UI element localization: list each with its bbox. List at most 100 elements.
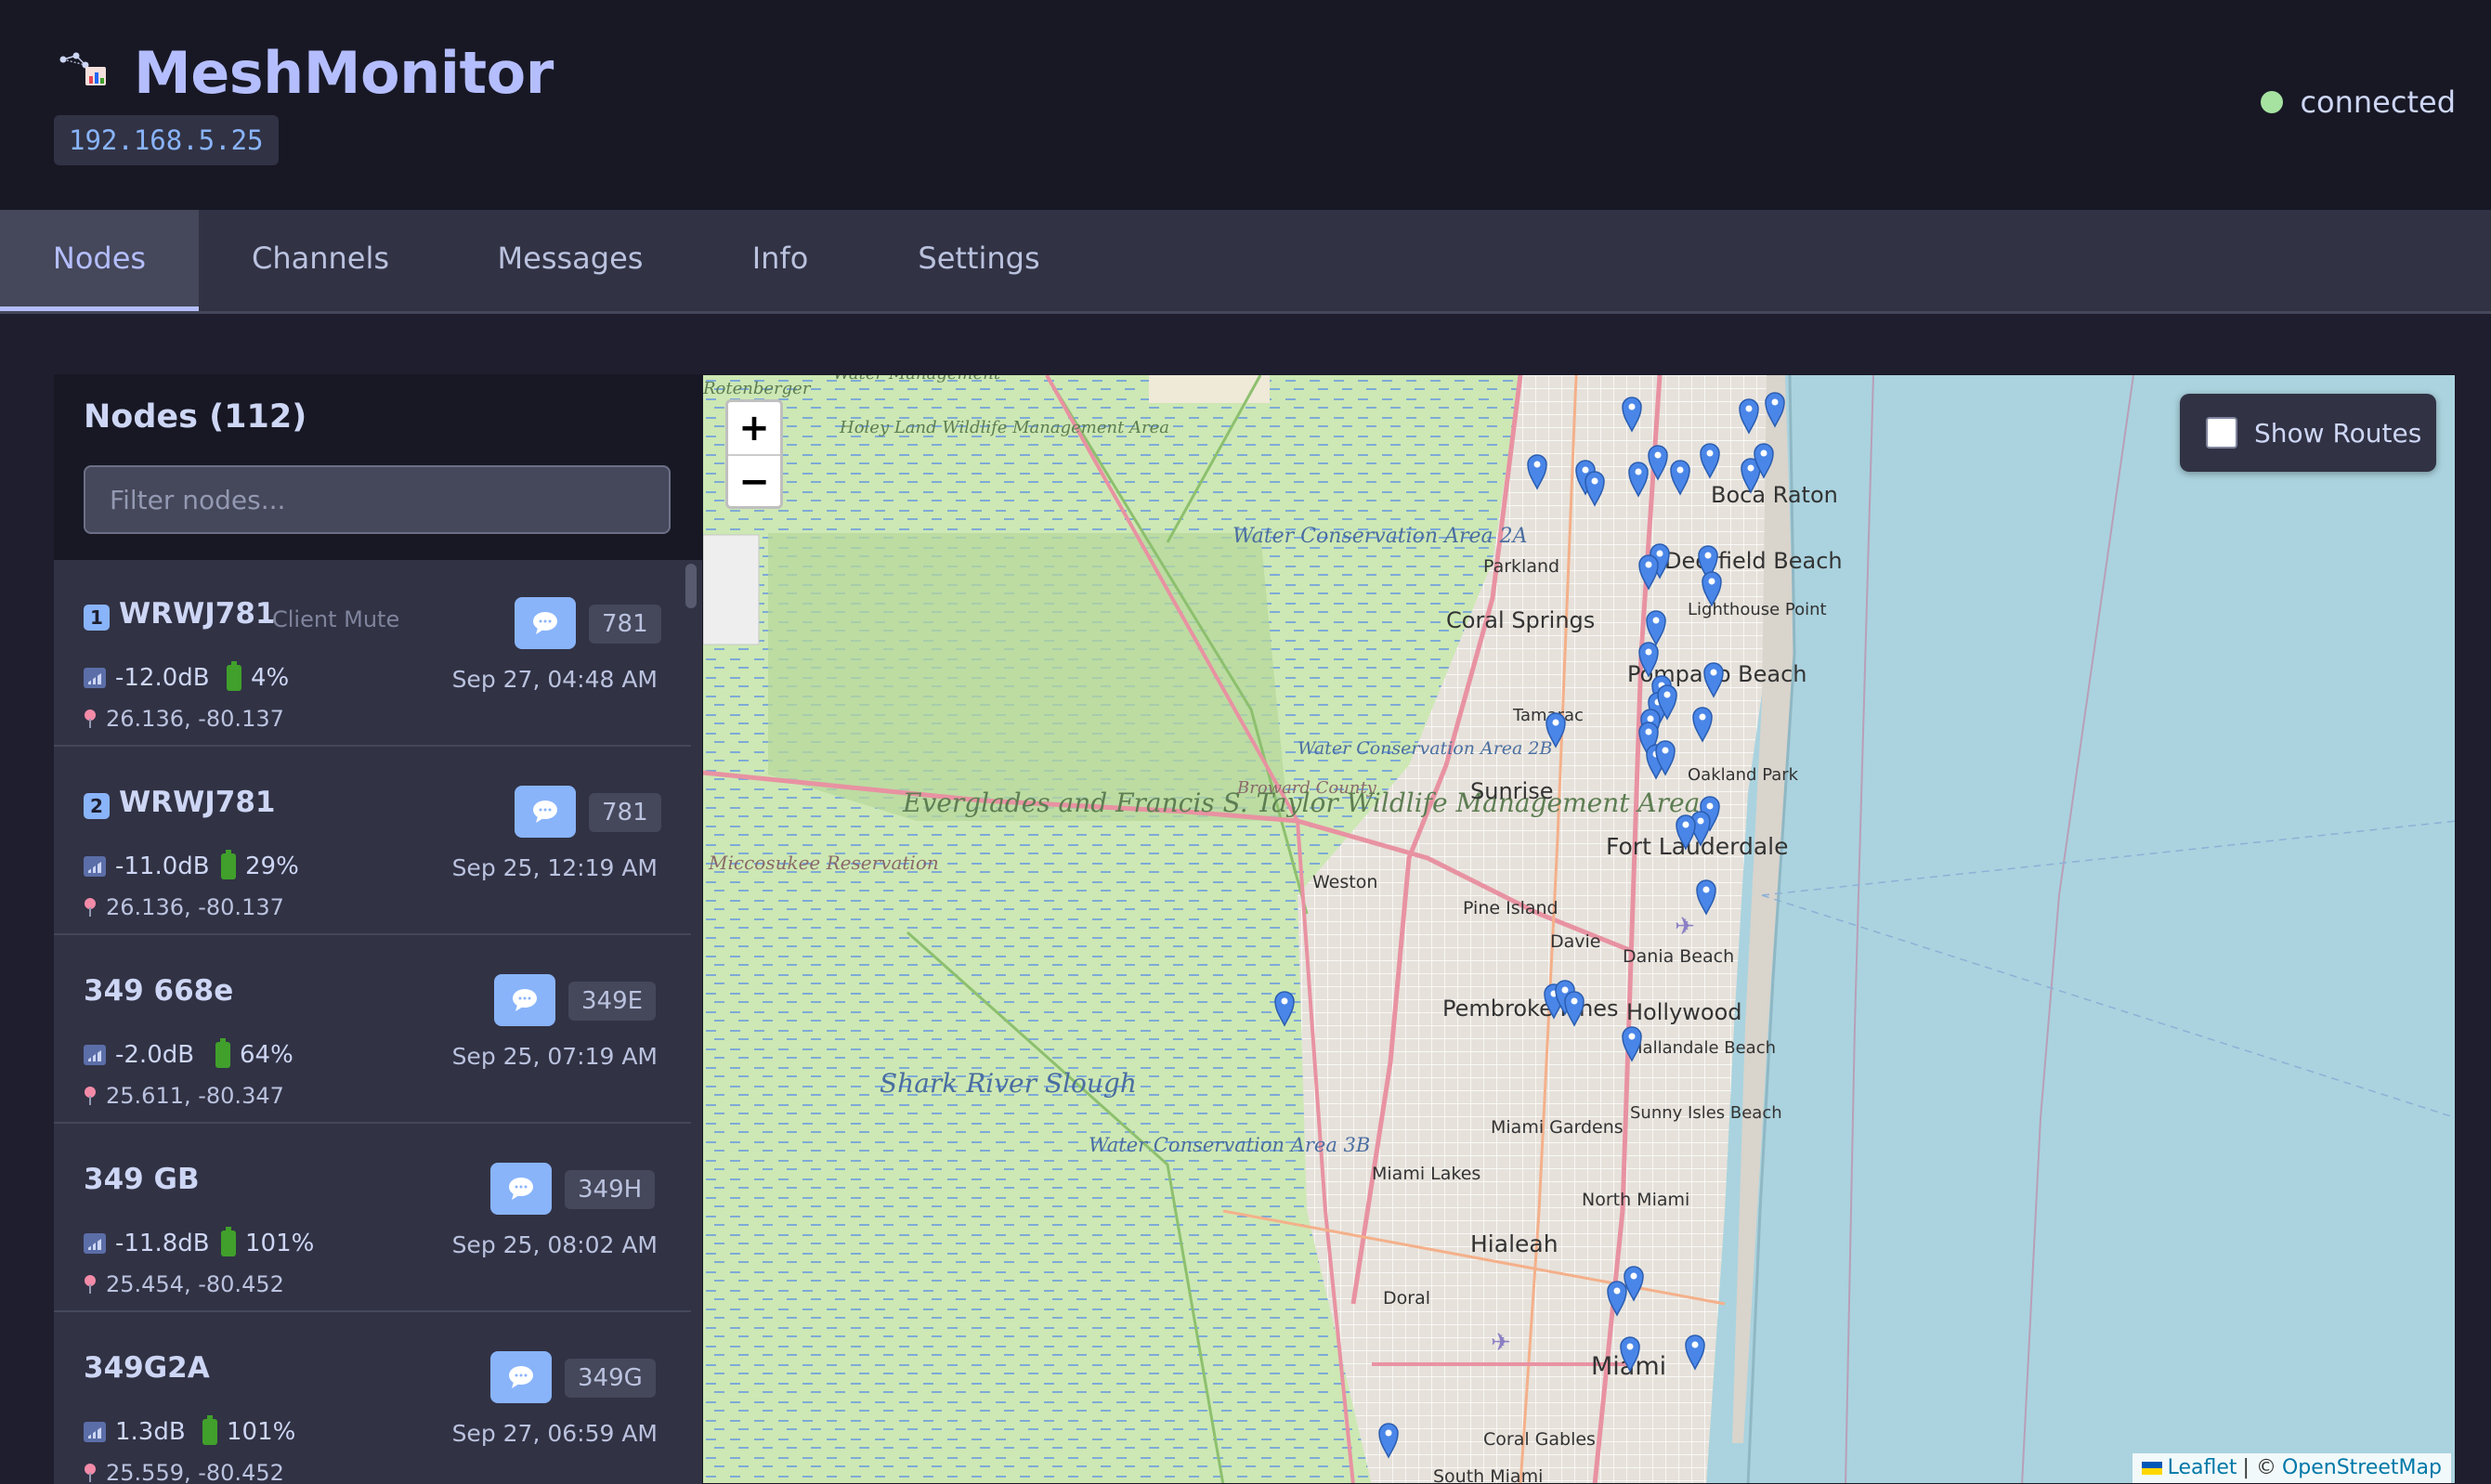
node-list-item[interactable]: 349 668e 349E -2.0dB 64% Sep 25, 07:19 A… <box>54 937 691 1124</box>
battery-metric: 101% <box>221 1227 315 1259</box>
battery-icon <box>215 1038 230 1068</box>
node-marker-dot <box>1626 1343 1634 1350</box>
send-message-button[interactable] <box>515 597 576 649</box>
map-label: Coral Gables <box>1483 1429 1596 1450</box>
show-routes-label: Show Routes <box>2254 417 2422 449</box>
snr-metric: -2.0dB <box>84 1039 194 1071</box>
map-label: Sunrise <box>1470 778 1553 804</box>
map-label: Water Management <box>833 375 1001 384</box>
node-marker-dot <box>1760 449 1767 457</box>
map-attribution: Leaflet | © OpenStreetMap <box>2132 1453 2451 1483</box>
filter-nodes-input[interactable] <box>84 465 671 534</box>
tab-info[interactable]: Info <box>698 210 862 311</box>
node-marker-dot <box>1591 477 1598 485</box>
last-heard: Sep 25, 08:02 AM <box>451 1231 658 1258</box>
signal-icon <box>84 1233 106 1254</box>
node-marker-dot <box>1704 552 1712 559</box>
node-name: WRWJ781 <box>119 597 276 631</box>
signal-icon <box>84 1422 106 1442</box>
tab-nodes[interactable]: Nodes <box>0 210 199 311</box>
snr-metric: 1.3dB <box>84 1416 186 1448</box>
short-name-badge: 349H <box>565 1170 656 1209</box>
sidebar-header: Nodes (112) <box>54 374 702 560</box>
snr-value: -2.0dB <box>115 1041 195 1069</box>
node-marker-dot <box>1561 986 1569 994</box>
map-label: Miami Gardens <box>1491 1117 1624 1138</box>
node-marker-dot <box>1656 550 1663 557</box>
send-message-button[interactable] <box>490 1163 552 1215</box>
map-label: Holey Land Wildlife Management Area <box>839 418 1169 437</box>
last-heard: Sep 25, 12:19 AM <box>451 854 658 881</box>
zoom-out-button[interactable]: − <box>728 454 780 506</box>
send-message-button[interactable] <box>515 786 576 838</box>
snr-value: -11.0dB <box>115 853 210 880</box>
coords-value: 26.136, -80.137 <box>106 706 284 732</box>
connection-status: connected <box>2261 82 2456 123</box>
node-marker-dot <box>1635 468 1642 475</box>
node-marker-dot <box>1281 997 1288 1005</box>
node-marker-dot <box>1663 691 1671 698</box>
tab-messages[interactable]: Messages <box>442 210 698 311</box>
node-role: Client Mute <box>272 606 400 632</box>
send-message-button[interactable] <box>494 974 555 1026</box>
main-content: Nodes (112) 1 WRWJ781 Client Mute 781 -1… <box>0 314 2491 1484</box>
node-marker-dot <box>1628 403 1636 410</box>
node-marker-dot <box>1771 398 1779 406</box>
node-marker-dot <box>1676 466 1684 474</box>
openstreetmap-link[interactable]: OpenStreetMap <box>2282 1453 2442 1483</box>
node-marker-dot <box>1699 713 1706 721</box>
node-name: WRWJ781 <box>119 786 276 819</box>
node-list-item[interactable]: 349 GB 349H -11.8dB 101% Sep 25, 08:02 A… <box>54 1126 691 1312</box>
node-list-scrollbar[interactable] <box>685 564 697 608</box>
node-list-item[interactable]: 1 WRWJ781 Client Mute 781 -12.0dB 4% Sep… <box>54 560 691 747</box>
node-map[interactable]: Water Management Rotenberger Holey Land … <box>702 374 2456 1484</box>
battery-value: 101% <box>245 1230 315 1257</box>
battery-value: 29% <box>245 853 299 880</box>
battery-icon <box>221 1227 236 1256</box>
node-marker-dot <box>1662 747 1669 754</box>
leaflet-link[interactable]: Leaflet <box>2168 1453 2237 1483</box>
map-label: North Miami <box>1582 1190 1689 1210</box>
node-marker-dot <box>1710 669 1717 676</box>
tab-settings[interactable]: Settings <box>862 210 1096 311</box>
node-name: 349G2A <box>84 1351 210 1385</box>
map-label: Hallandale Beach <box>1630 1038 1776 1058</box>
node-marker-dot <box>1571 997 1578 1005</box>
node-marker-dot <box>1645 561 1652 568</box>
node-marker-dot <box>1745 405 1753 412</box>
zoom-in-button[interactable]: + <box>728 402 780 454</box>
map-tiles: Water Management Rotenberger Holey Land … <box>703 375 2455 1484</box>
map-label: Dania Beach <box>1623 946 1734 967</box>
map-label: Miami Lakes <box>1372 1164 1480 1184</box>
send-message-button[interactable] <box>490 1351 552 1403</box>
node-list-item[interactable]: 349G2A 349G 1.3dB 101% Sep 27, 06:59 AM … <box>54 1314 691 1484</box>
map-label: Oakland Park <box>1688 765 1799 785</box>
chat-bubble-icon <box>509 1366 533 1388</box>
last-heard: Sep 25, 07:19 AM <box>451 1043 658 1070</box>
node-list-item[interactable]: 2 WRWJ781 781 -11.0dB 29% Sep 25, 12:19 … <box>54 749 691 935</box>
location-pin-icon <box>84 1087 97 1105</box>
show-routes-checkbox[interactable] <box>2206 417 2237 449</box>
show-routes-toggle[interactable]: Show Routes <box>2180 394 2436 472</box>
node-coordinates: 26.136, -80.137 <box>84 893 284 921</box>
zoom-control: + − <box>725 399 783 509</box>
node-marker-dot <box>1385 1429 1392 1437</box>
node-marker-dot <box>1647 715 1654 722</box>
node-marker-dot <box>1630 1272 1637 1280</box>
node-coordinates: 25.559, -80.452 <box>84 1459 284 1484</box>
node-coordinates: 25.454, -80.452 <box>84 1270 284 1298</box>
map-label: Sunny Isles Beach <box>1630 1103 1782 1123</box>
map-label: Everglades and Francis S. Taylor Wildlif… <box>902 788 1700 818</box>
map-label: Shark River Slough <box>880 1068 1137 1099</box>
node-marker-dot <box>1654 451 1662 459</box>
map-label: Hollywood <box>1626 999 1742 1025</box>
node-marker-dot <box>1582 466 1589 474</box>
map-label: Boca Raton <box>1711 482 1838 508</box>
map-label: South Miami <box>1433 1466 1543 1484</box>
map-label: Miccosukee Reservation <box>708 852 939 874</box>
snr-metric: -11.8dB <box>84 1228 210 1259</box>
status-dot-icon <box>2261 91 2284 113</box>
chat-bubble-icon <box>509 1178 533 1200</box>
tab-channels[interactable]: Channels <box>199 210 442 311</box>
battery-value: 101% <box>227 1418 296 1446</box>
